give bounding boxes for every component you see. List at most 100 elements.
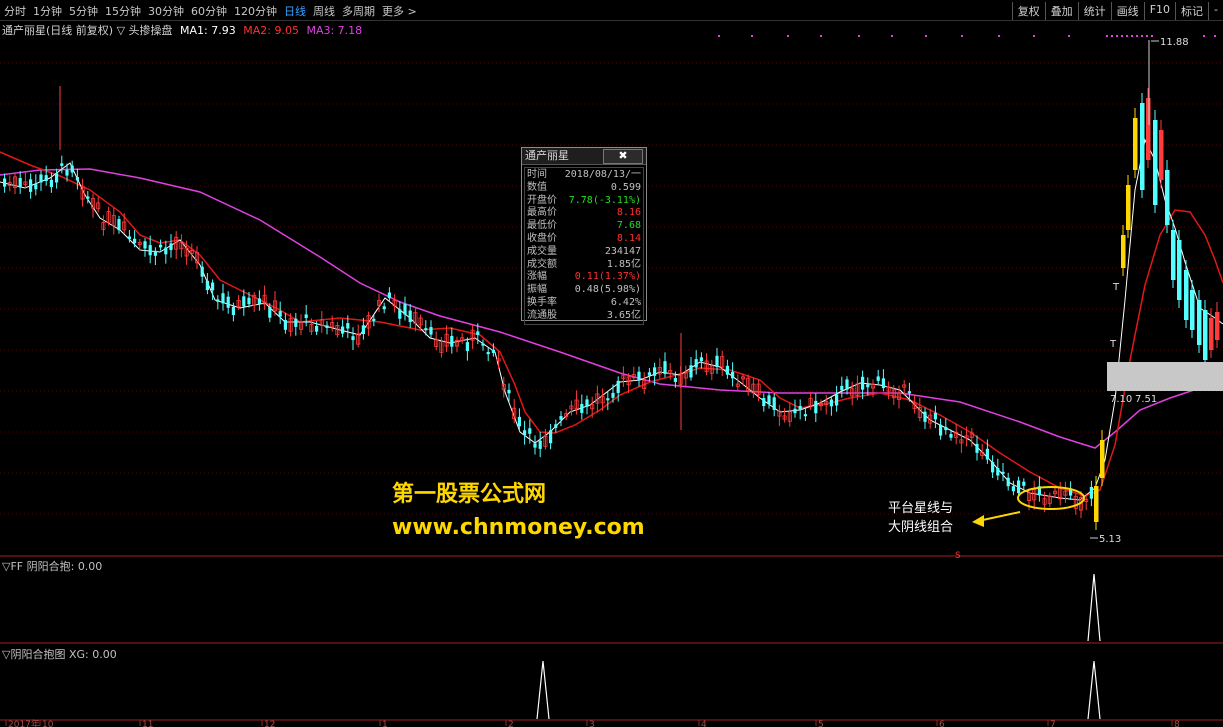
candle-body <box>169 243 173 251</box>
tool-button-5[interactable]: 标记 <box>1175 2 1208 20</box>
tool-button-4[interactable]: F10 <box>1143 2 1175 20</box>
candle-body <box>242 296 246 307</box>
candle-body <box>933 412 937 420</box>
main-chart-header: 通产丽星(日线 前复权) ▽ 头掺操盘 MA1: 7.93 MA2: 9.05 … <box>2 22 362 38</box>
candle-body <box>1094 486 1099 522</box>
date-tick-label: 10 <box>42 720 54 727</box>
signal-dot <box>1131 35 1133 37</box>
period-tabs: 分时 1分钟 5分钟 15分钟 30分钟 60分钟 120分钟 日线 周线 多周期 更多 > <box>4 3 417 19</box>
candle-body <box>725 365 729 375</box>
price-label-low: 5.13 <box>1099 534 1121 545</box>
popup-row-value: 1.85亿 <box>606 258 641 270</box>
candle-body <box>481 343 485 346</box>
signal-dot <box>787 35 789 37</box>
candle-body <box>528 428 532 434</box>
period-tab-0[interactable]: 分时 <box>4 3 26 19</box>
signal-dot <box>891 35 893 37</box>
signal-dot <box>1111 35 1113 37</box>
period-tab-6[interactable]: 120分钟 <box>234 3 277 19</box>
signal-dot <box>1136 35 1138 37</box>
candle-body <box>55 173 59 183</box>
close-button[interactable]: ✖ <box>603 149 643 164</box>
candle-body <box>315 325 319 332</box>
candle-body <box>1184 270 1189 320</box>
candle-body <box>835 394 839 406</box>
tool-button-3[interactable]: 画线 <box>1110 2 1144 20</box>
signal-dot <box>751 35 753 37</box>
candle-body <box>325 325 329 328</box>
candle-body <box>1146 98 1151 160</box>
candle-body <box>767 395 771 405</box>
candle-body <box>424 328 428 331</box>
candle-body <box>127 236 131 240</box>
candle-body <box>975 443 979 453</box>
tool-button-0[interactable]: 复权 <box>1011 2 1045 20</box>
popup-row-label: 振幅 <box>527 284 547 296</box>
ma1-value: MA1: 7.93 <box>180 24 236 37</box>
popup-row-value: 7.78(-3.11%) <box>568 194 641 206</box>
candle-body <box>398 309 402 319</box>
candle-body <box>647 372 651 376</box>
watermark-url: www.chnmoney.com <box>392 515 645 540</box>
candle-body <box>159 244 163 248</box>
popup-row: 涨幅 0.11(1.37%) <box>527 271 641 284</box>
popup-row-label: 成交量 <box>527 245 557 257</box>
indicator2-spike <box>536 660 550 720</box>
candle-body <box>907 391 911 394</box>
candle-body <box>1133 118 1138 170</box>
signal-dot <box>1203 35 1205 37</box>
tool-button-2[interactable]: 统计 <box>1077 2 1111 20</box>
candle-body <box>226 296 230 308</box>
candle-body <box>346 323 350 329</box>
signal-dot <box>1121 35 1123 37</box>
candle-body <box>143 241 147 249</box>
popup-row-label: 换手率 <box>527 296 557 308</box>
price-label-mid-left: 7.10 <box>1110 394 1132 405</box>
date-tick-label: 11 <box>142 720 153 727</box>
candle-body <box>278 311 282 317</box>
period-tab-5[interactable]: 60分钟 <box>191 3 227 19</box>
period-tab-9[interactable]: 多周期 <box>342 3 375 19</box>
period-tab-8[interactable]: 周线 <box>313 3 335 19</box>
signal-dot <box>1214 35 1216 37</box>
popup-row-value: 7.68 <box>616 220 641 232</box>
period-tab-1[interactable]: 1分钟 <box>33 3 62 19</box>
tool-button-6[interactable]: - <box>1208 2 1223 20</box>
candle-body <box>1089 486 1093 499</box>
popup-row-value: 8.14 <box>616 232 641 244</box>
signal-dot <box>1126 35 1128 37</box>
popup-row-label: 成交额 <box>527 258 557 270</box>
candle-body <box>798 405 802 411</box>
signal-dot <box>1068 35 1070 37</box>
period-tab-2[interactable]: 5分钟 <box>69 3 98 19</box>
candle-body <box>211 282 215 291</box>
candle-body <box>861 376 865 390</box>
candle-body <box>231 306 235 316</box>
candle-body <box>117 219 121 231</box>
candle-body <box>164 247 168 255</box>
candle-body <box>523 430 527 436</box>
candle-body <box>1159 130 1164 180</box>
period-tab-3[interactable]: 15分钟 <box>105 3 141 19</box>
popup-row-label: 涨幅 <box>527 271 547 283</box>
candle-body <box>699 357 703 362</box>
indicator1-header: ▽FF 阴阳合抱: 0.00 <box>2 560 103 573</box>
price-label-high: 11.88 <box>1160 37 1189 48</box>
stock-title: 通产丽星(日线 前复权) ▽ 头掺操盘 <box>2 24 173 37</box>
candle-body <box>793 408 797 414</box>
kline-chart[interactable]: 11.885.137.10 7.51TTS2017年 10 11 12 1 2 3 4 5 6 7 8 <box>0 0 1223 727</box>
period-tab-4[interactable]: 30分钟 <box>148 3 184 19</box>
candle-body <box>1197 300 1202 345</box>
tool-button-1[interactable]: 叠加 <box>1044 2 1078 20</box>
period-tab-7[interactable]: 日线 <box>284 3 306 19</box>
popup-titlebar[interactable]: 通产丽星 ✖ <box>522 148 646 165</box>
candle-body <box>1165 170 1170 225</box>
candle-body <box>1011 486 1015 492</box>
popup-row: 时间 2018/08/13/一 <box>527 169 641 182</box>
candle-body <box>1215 312 1220 340</box>
period-tab-10[interactable]: 更多 > <box>382 3 417 19</box>
popup-row-value: 0.48(5.98%) <box>574 284 641 296</box>
popup-row-label: 最高价 <box>527 207 557 219</box>
data-window-popup[interactable]: 通产丽星 ✖ 时间 2018/08/13/一 数值 0.599 开盘价 7.78(-3.1… <box>521 147 647 325</box>
candle-body <box>44 175 48 182</box>
